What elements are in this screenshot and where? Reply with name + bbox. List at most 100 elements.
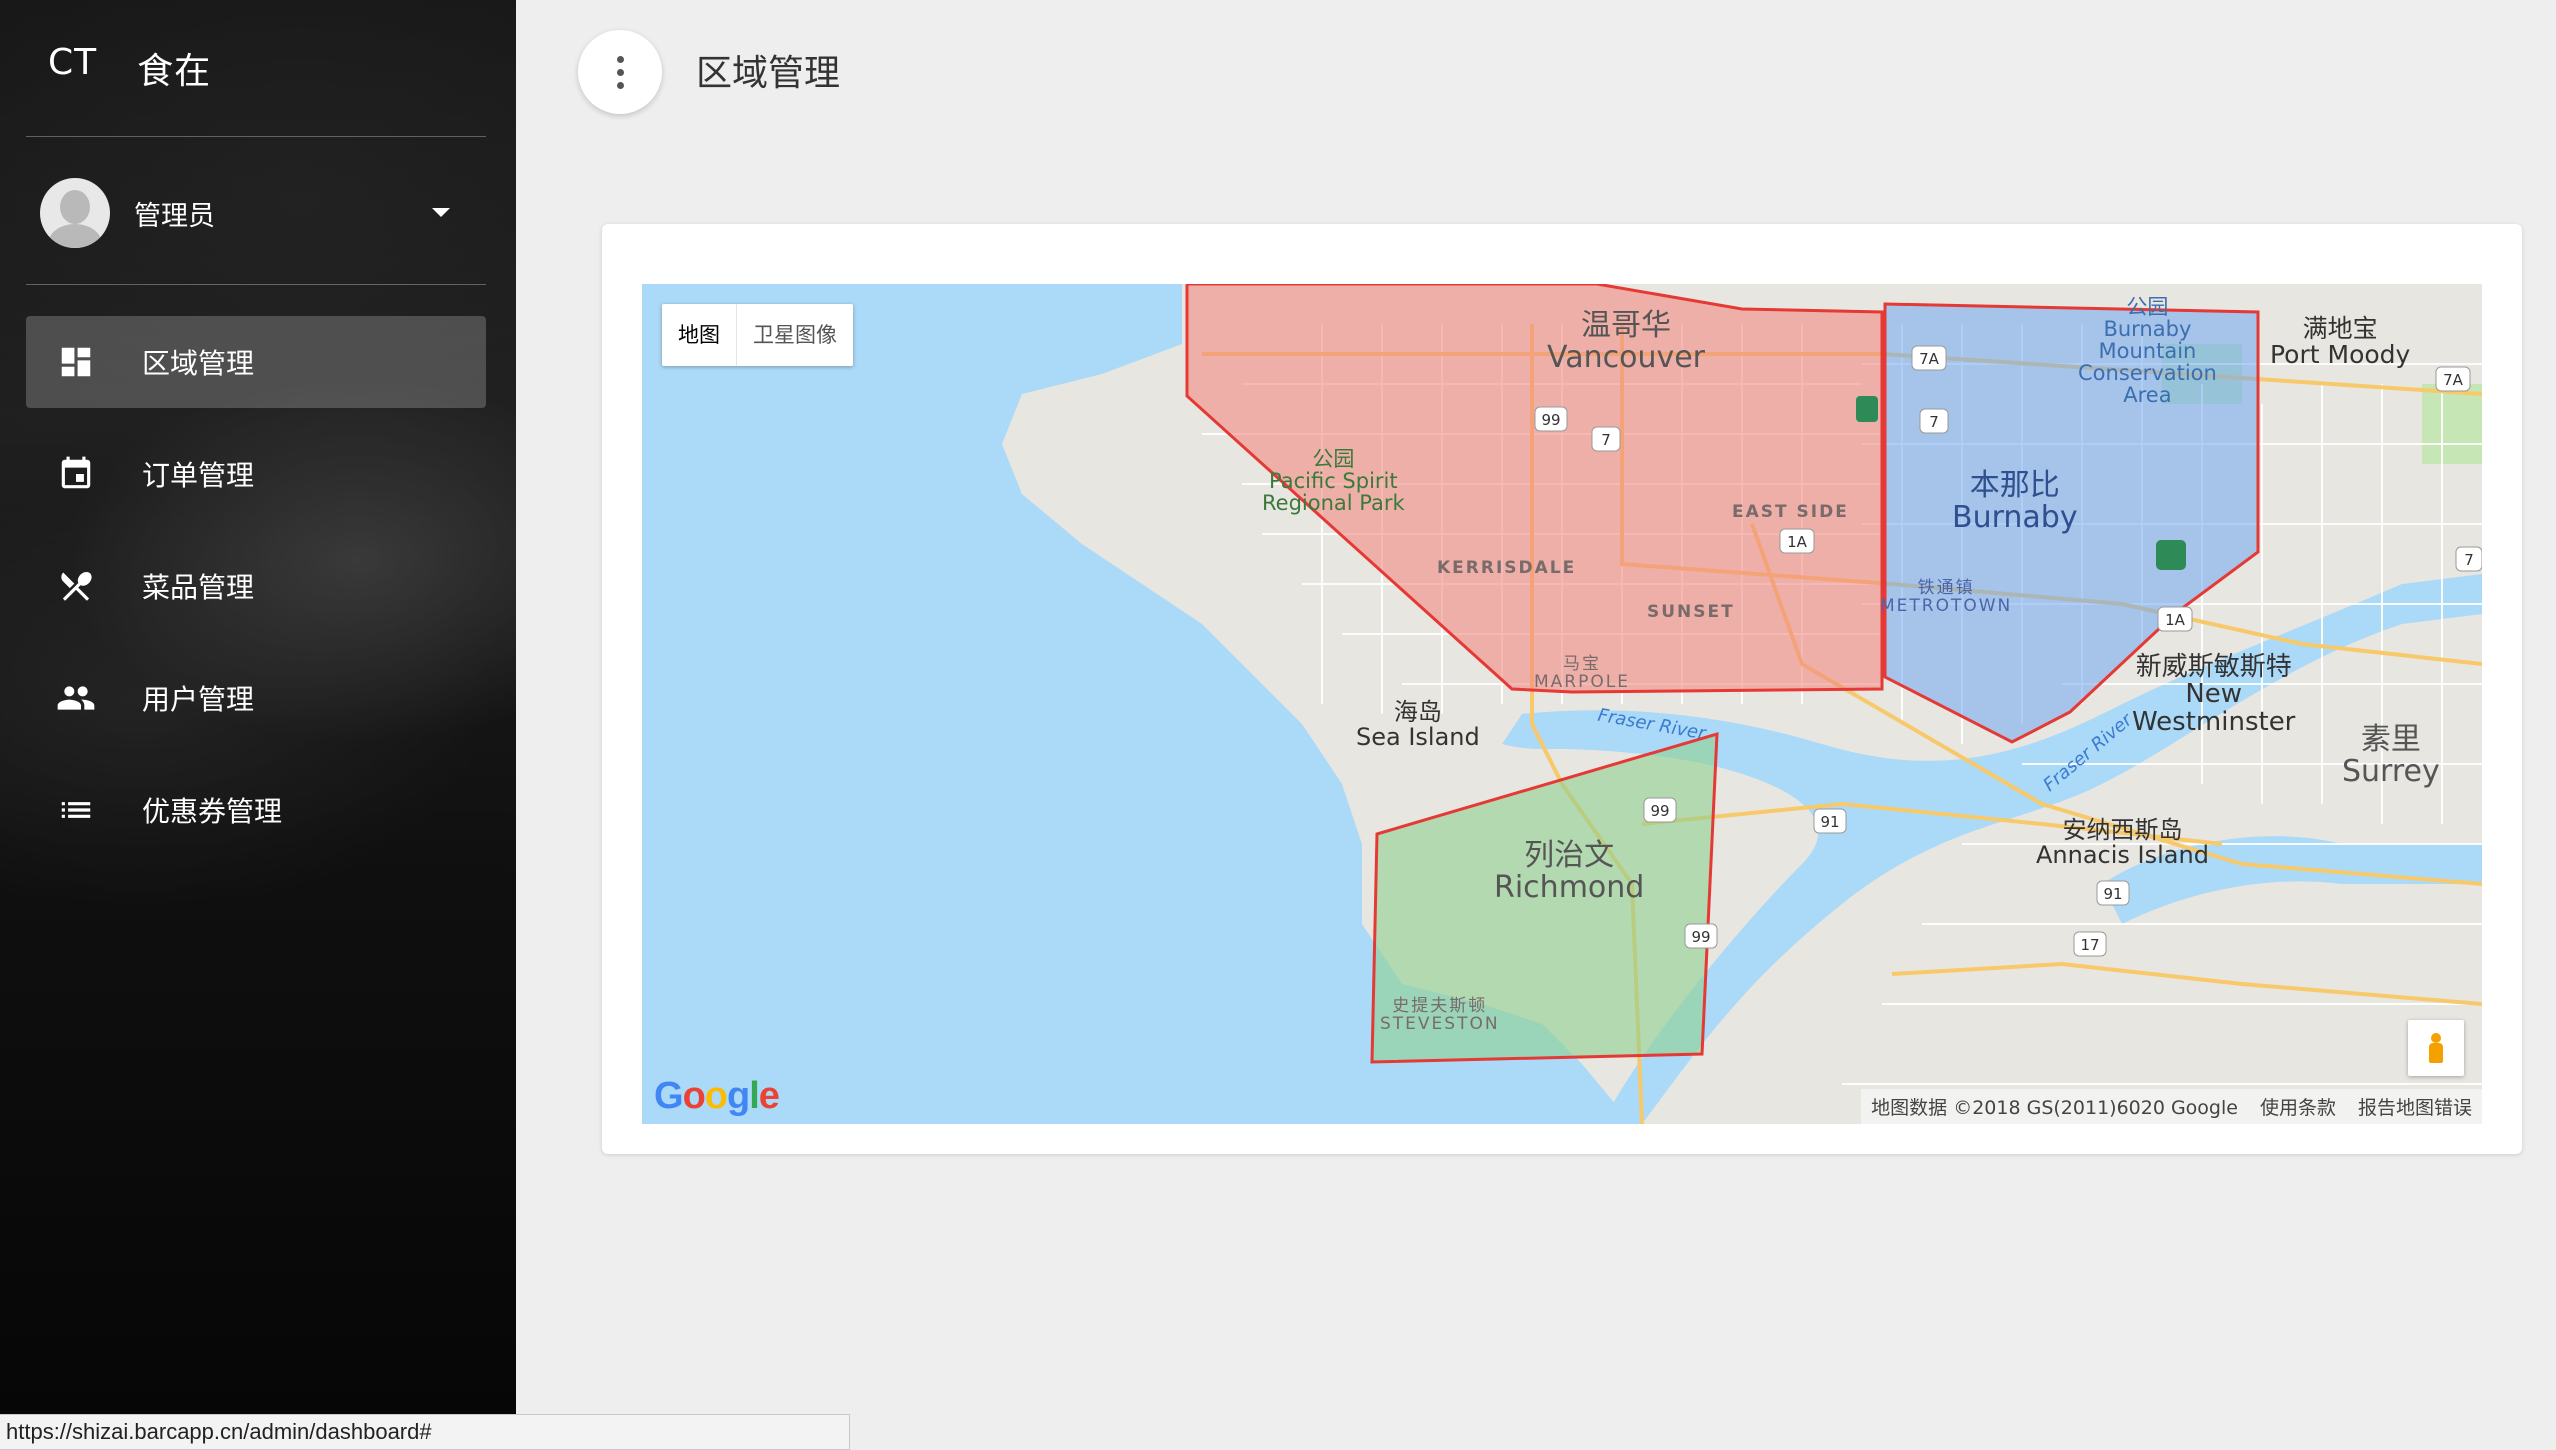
dashboard-icon — [56, 342, 96, 382]
route-shield: 1A — [1779, 528, 1815, 554]
route-shield: 1A — [2157, 606, 2193, 632]
route-shield: 7 — [1919, 408, 1949, 434]
label-park-cn: 公园 — [1312, 447, 1355, 471]
label-park-en: Pacific Spirit Regional Park — [1262, 469, 1405, 516]
label-surrey-cn: 素里 — [2360, 722, 2421, 757]
route-shield: 99 — [1684, 923, 1718, 949]
sidebar-item-label: 菜品管理 — [142, 571, 255, 604]
sidebar-item-region[interactable]: 区域管理 — [26, 316, 486, 408]
label-annacis-en: Annacis Island — [2036, 841, 2209, 870]
route-shield-label: 7 — [1601, 431, 1611, 449]
people-icon — [56, 678, 96, 718]
label-new-west-cn: 新威斯敏斯特 — [2135, 652, 2292, 682]
divider — [26, 284, 486, 285]
route-shield-label: 7 — [1929, 413, 1939, 431]
brand-logo: CT — [48, 42, 98, 83]
label-east-side: EAST SIDE — [1732, 502, 1849, 522]
label-burnaby-park-cn: 公园 — [2126, 295, 2169, 319]
map-type-satellite-button[interactable]: 卫星图像 — [737, 304, 853, 366]
label-annacis-cn: 安纳西斯岛 — [2062, 816, 2183, 844]
label-new-westminster: 新威斯敏斯特 New Westminster — [2132, 652, 2296, 737]
street-view-pegman-button[interactable] — [2408, 1020, 2464, 1076]
label-sunset: SUNSET — [1647, 602, 1735, 622]
google-logo[interactable]: Google — [654, 1075, 780, 1118]
user-name: 管理员 — [134, 200, 215, 232]
route-shield-label: 7A — [1919, 350, 1940, 368]
route-shield-label: 99 — [1650, 802, 1669, 820]
label-surrey-en: Surrey — [2342, 753, 2440, 789]
label-richmond-en: Richmond — [1494, 869, 1645, 905]
route-shield: 91 — [2096, 880, 2130, 906]
route-shield-label: 91 — [2103, 885, 2122, 903]
route-shield-label: 7 — [2464, 551, 2474, 569]
label-kerrisdale: KERRISDALE — [1437, 558, 1577, 578]
sidebar: CT 食在 管理员 区域管理 订单管理 菜品管理 用户管理 优惠券管理 — [0, 0, 516, 1414]
route-shield: 99 — [1643, 797, 1677, 823]
calendar-icon — [56, 454, 96, 494]
route-shield-label: 7A — [2443, 371, 2464, 389]
terms-link[interactable]: 使用条款 — [2260, 1093, 2336, 1120]
caret-down-icon[interactable] — [432, 208, 450, 217]
brand-name: 食在 — [137, 51, 212, 92]
label-port-moody-en: Port Moody — [2270, 340, 2411, 370]
map-type-roadmap-button[interactable]: 地图 — [662, 304, 737, 366]
sidebar-item-orders[interactable]: 订单管理 — [26, 428, 486, 520]
sidebar-item-dishes[interactable]: 菜品管理 — [26, 540, 486, 632]
label-burnaby-park-en: Burnaby Mountain Conservation Area — [2078, 317, 2217, 408]
label-vancouver-en: Vancouver — [1547, 339, 1705, 375]
more-vert-icon — [616, 68, 624, 76]
label-new-west-en: New Westminster — [2132, 679, 2296, 737]
route-shield-label: 1A — [2165, 611, 2186, 629]
browser-status-bar: https://shizai.barcapp.cn/admin/dashboar… — [0, 1414, 850, 1450]
map[interactable]: 99 7 1A 7A 7 7A 1A 7 99 99 91 91 17 温哥华 … — [642, 284, 2482, 1124]
more-menu-button[interactable] — [578, 30, 662, 114]
route-shield: 7 — [1591, 426, 1621, 452]
map-attribution: 地图数据 ©2018 GS(2011)6020 Google 使用条款 报告地图… — [1861, 1089, 2482, 1124]
more-vert-icon — [616, 81, 624, 89]
route-shield: 99 — [1534, 406, 1568, 432]
sidebar-item-users[interactable]: 用户管理 — [26, 652, 486, 744]
route-shield-label: 91 — [1820, 813, 1839, 831]
label-sea-island: 海岛 Sea Island — [1356, 699, 1480, 752]
route-shield: 7A — [2435, 366, 2471, 392]
route-shield-label: 1A — [1787, 533, 1808, 551]
label-marpole: 马宝 MARPOLE — [1534, 655, 1630, 692]
label-richmond: 列治文 Richmond — [1494, 840, 1644, 903]
label-vancouver: 温哥华 Vancouver — [1547, 310, 1705, 373]
route-shield: 7 — [2455, 546, 2482, 572]
route-shield-label: 99 — [1541, 411, 1560, 429]
route-shield-label: 17 — [2080, 936, 2099, 954]
label-metrotown-en: METROTOWN — [1880, 595, 2013, 616]
brand[interactable]: CT 食在 — [48, 42, 211, 94]
label-sea-island-en: Sea Island — [1356, 723, 1480, 752]
label-burnaby: 本那比 Burnaby — [1952, 470, 2078, 533]
sidebar-item-label: 订单管理 — [142, 459, 255, 492]
label-port-moody: 满地宝 Port Moody — [2270, 315, 2411, 370]
pegman-icon — [2428, 1033, 2444, 1063]
label-burnaby-mountain: 公园 Burnaby Mountain Conservation Area — [2078, 296, 2217, 406]
user-menu[interactable]: 管理员 — [40, 178, 480, 248]
label-burnaby-en: Burnaby — [1952, 499, 2078, 535]
label-surrey: 素里 Surrey — [2342, 724, 2440, 787]
map-type-control: 地图 卫星图像 — [662, 304, 853, 366]
label-marpole-en: MARPOLE — [1534, 671, 1630, 692]
utensils-icon — [56, 566, 96, 606]
sidebar-item-label: 用户管理 — [142, 683, 255, 716]
report-error-link[interactable]: 报告地图错误 — [2358, 1093, 2472, 1120]
list-icon — [56, 790, 96, 830]
divider — [26, 136, 486, 137]
route-shield: 7A — [1911, 345, 1947, 371]
route-shield: 17 — [2073, 931, 2107, 957]
label-annacis-island: 安纳西斯岛 Annacis Island — [2036, 816, 2209, 870]
label-burnaby-cn: 本那比 — [1969, 468, 2060, 503]
sidebar-item-label: 优惠券管理 — [142, 795, 283, 828]
route-shield-label: 99 — [1691, 928, 1710, 946]
label-vancouver-cn: 温哥华 — [1581, 308, 1671, 343]
label-steveston: 史提夫斯顿 STEVESTON — [1380, 997, 1500, 1034]
avatar — [40, 178, 110, 248]
sidebar-item-coupons[interactable]: 优惠券管理 — [26, 764, 486, 856]
sidebar-nav: 区域管理 订单管理 菜品管理 用户管理 优惠券管理 — [26, 316, 486, 876]
route-shield: 91 — [1813, 808, 1847, 834]
label-metrotown: 铁通镇 METROTOWN — [1880, 579, 2013, 616]
label-richmond-cn: 列治文 — [1524, 838, 1615, 873]
